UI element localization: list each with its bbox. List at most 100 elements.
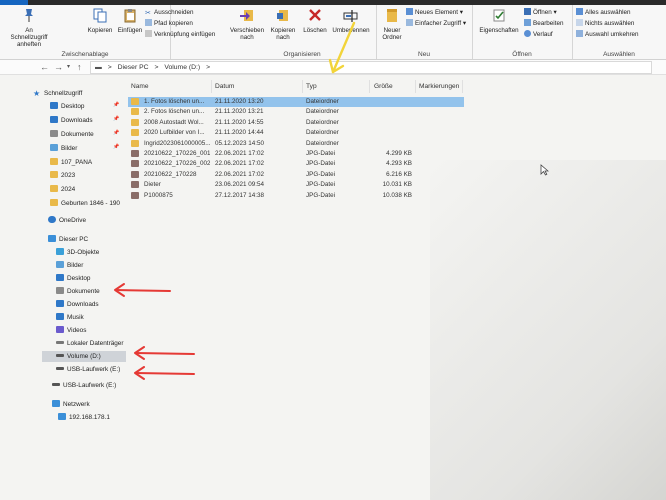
column-divider[interactable]: [302, 80, 303, 93]
column-header-name[interactable]: Name: [131, 81, 149, 92]
edit-button[interactable]: Bearbeiten: [524, 19, 563, 28]
file-row[interactable]: Dieter 23.06.2021 09:54 JPG-Datei 10.031 KB: [128, 180, 464, 190]
file-row[interactable]: 2. Fotos löschen un... 21.11.2020 13:21 Da…: [128, 107, 464, 117]
copy-icon: [93, 8, 107, 23]
sidebar-pc-item[interactable]: Musik: [56, 312, 84, 323]
copy-button[interactable]: Kopieren: [87, 8, 113, 34]
pinned-icon[interactable]: 📌: [113, 130, 119, 136]
file-row[interactable]: P1000875 27.12.2017 14:38 JPG-Datei 10.038 …: [128, 191, 464, 201]
sidebar-item[interactable]: 2024: [50, 184, 75, 195]
folder-icon: [131, 129, 139, 137]
delete-button[interactable]: Löschen: [302, 8, 328, 34]
properties-button[interactable]: Eigenschaften: [476, 8, 522, 34]
paste-button[interactable]: Einfügen: [116, 8, 144, 34]
move-to-button[interactable]: Verschieben nach: [230, 8, 264, 41]
recent-dropdown-icon[interactable]: ▾: [67, 62, 70, 72]
folder-icon: [131, 98, 139, 105]
back-arrow-icon[interactable]: ←: [40, 62, 49, 72]
paste-label: Einfügen: [117, 27, 143, 34]
sidebar-pc-item[interactable]: Dokumente: [56, 286, 100, 297]
sidebar-this-pc[interactable]: Dieser PC: [48, 234, 88, 245]
column-divider[interactable]: [211, 80, 212, 93]
file-row[interactable]: 1. Fotos löschen un... 21.11.2020 13:20 Da…: [128, 97, 464, 107]
sidebar-label: 107_PANA: [61, 159, 93, 166]
location-icon: [56, 367, 64, 370]
file-row[interactable]: 20210622_170226_001 22.06.2021 17:02 JPG-D…: [128, 149, 464, 159]
navigation-pane: ★ Schnellzugriff Desktop 📌 Downloads 📌 Dokume…: [0, 76, 128, 500]
new-item-button[interactable]: Neues Element ▾: [406, 8, 463, 17]
file-name: Ingrid2023061000005...: [144, 139, 210, 147]
folder-icon: [50, 116, 58, 123]
pinned-icon[interactable]: 📌: [113, 102, 119, 108]
sidebar-item[interactable]: 2023: [50, 170, 75, 181]
copy-path-button[interactable]: Pfad kopieren: [145, 19, 193, 28]
breadcrumb-this-pc[interactable]: Dieser PC: [118, 64, 149, 71]
pinned-icon[interactable]: 📌: [113, 144, 119, 150]
column-divider[interactable]: [462, 80, 463, 93]
sidebar-item[interactable]: Bilder: [50, 143, 77, 154]
file-row[interactable]: 2008 Autostadt Wol... 21.11.2020 14:55 Dat…: [128, 118, 464, 128]
invert-selection-button[interactable]: Auswahl umkehren: [576, 30, 639, 39]
file-size: 10.031 KB: [382, 181, 412, 189]
sidebar-network-host[interactable]: 192.168.178.1: [58, 412, 110, 423]
file-date: 21.11.2020 14:44: [215, 129, 264, 137]
column-header-tags[interactable]: Markierungen: [419, 81, 459, 92]
sidebar-usb-root[interactable]: USB-Laufwerk (E:): [52, 380, 116, 391]
file-type: Dateiordner: [306, 108, 339, 116]
sidebar-item[interactable]: 107_PANA: [50, 157, 92, 168]
easy-access-button[interactable]: Einfacher Zugriff ▾: [406, 19, 466, 28]
sidebar-pc-item[interactable]: Volume (D:): [42, 351, 126, 362]
pin-quick-access-button[interactable]: An Schnellzugriff anheften: [6, 8, 52, 48]
delete-x-icon: [309, 9, 321, 21]
sidebar-label: Desktop: [67, 275, 91, 282]
file-row[interactable]: 20210622_170228 22.06.2021 17:02 JPG-Datei…: [128, 170, 464, 180]
sidebar-onedrive[interactable]: OneDrive: [48, 215, 86, 226]
file-date: 21.11.2020 13:20: [215, 98, 264, 105]
sidebar-item[interactable]: Geburten 1846 - 190: [50, 198, 120, 209]
pinned-icon[interactable]: 📌: [113, 116, 119, 122]
file-name: 1. Fotos löschen un...: [144, 98, 205, 105]
sidebar-pc-item[interactable]: Videos: [56, 325, 86, 336]
select-all-label: Alles auswählen: [585, 9, 631, 16]
file-row[interactable]: Ingrid2023061000005... 05.12.2023 14:50 Da…: [128, 139, 464, 149]
properties-check-icon: [493, 9, 505, 22]
new-folder-button[interactable]: Neuer Ordner: [378, 8, 406, 41]
file-row[interactable]: 20210622_170226_002 22.06.2021 17:02 JPG-D…: [128, 159, 464, 169]
cut-button[interactable]: ✂ Ausschneiden: [145, 8, 194, 17]
sidebar-pc-item[interactable]: 3D-Objekte: [56, 247, 99, 258]
breadcrumb-sep: >: [107, 64, 112, 71]
open-label: Öffnen: [533, 9, 552, 16]
sidebar-network[interactable]: Netzwerk: [52, 399, 90, 410]
sidebar-pc-item[interactable]: Downloads: [56, 299, 99, 310]
column-header-date[interactable]: Datum: [215, 81, 234, 92]
move-to-icon: [240, 10, 253, 21]
open-group-label: Öffnen: [512, 51, 532, 58]
sidebar-pc-item[interactable]: Desktop: [56, 273, 90, 284]
breadcrumb-volume-d[interactable]: Volume (D:): [164, 64, 200, 71]
file-row[interactable]: 2020 Lufbilder von I... 21.11.2020 14:44 D…: [128, 128, 464, 138]
paste-shortcut-button[interactable]: Verknüpfung einfügen: [145, 30, 215, 39]
select-none-button[interactable]: Nichts auswählen: [576, 19, 634, 28]
forward-arrow-icon[interactable]: →: [54, 62, 63, 72]
column-divider[interactable]: [415, 80, 416, 93]
column-header-size[interactable]: Größe: [374, 81, 393, 92]
sidebar-pc-item[interactable]: USB-Laufwerk (E:): [56, 364, 120, 375]
invert-selection-label: Auswahl umkehren: [585, 31, 639, 38]
sidebar-pc-item[interactable]: Bilder: [56, 260, 83, 271]
sidebar-item[interactable]: Desktop: [50, 101, 84, 112]
column-divider[interactable]: [369, 80, 370, 93]
sidebar-pc-item[interactable]: Lokaler Datenträger: [56, 338, 123, 349]
up-arrow-icon[interactable]: ↑: [77, 62, 82, 72]
history-button[interactable]: Verlauf: [524, 30, 553, 39]
copy-to-button[interactable]: Kopieren nach: [268, 8, 298, 41]
sidebar-quick-access[interactable]: ★ Schnellzugriff: [33, 88, 82, 99]
address-breadcrumb[interactable]: ▬ > Dieser PC > Volume (D:) >: [90, 61, 652, 74]
select-all-button[interactable]: Alles auswählen: [576, 8, 631, 17]
copy-to-label: Kopieren nach: [270, 27, 296, 41]
file-name: 2020 Lufbilder von I...: [144, 129, 205, 137]
open-button[interactable]: Öffnen ▾: [524, 8, 557, 17]
sidebar-item[interactable]: Dokumente: [50, 129, 94, 140]
sidebar-item[interactable]: Downloads: [50, 115, 93, 126]
mouse-cursor-icon: [540, 164, 549, 176]
column-header-type[interactable]: Typ: [306, 81, 317, 92]
